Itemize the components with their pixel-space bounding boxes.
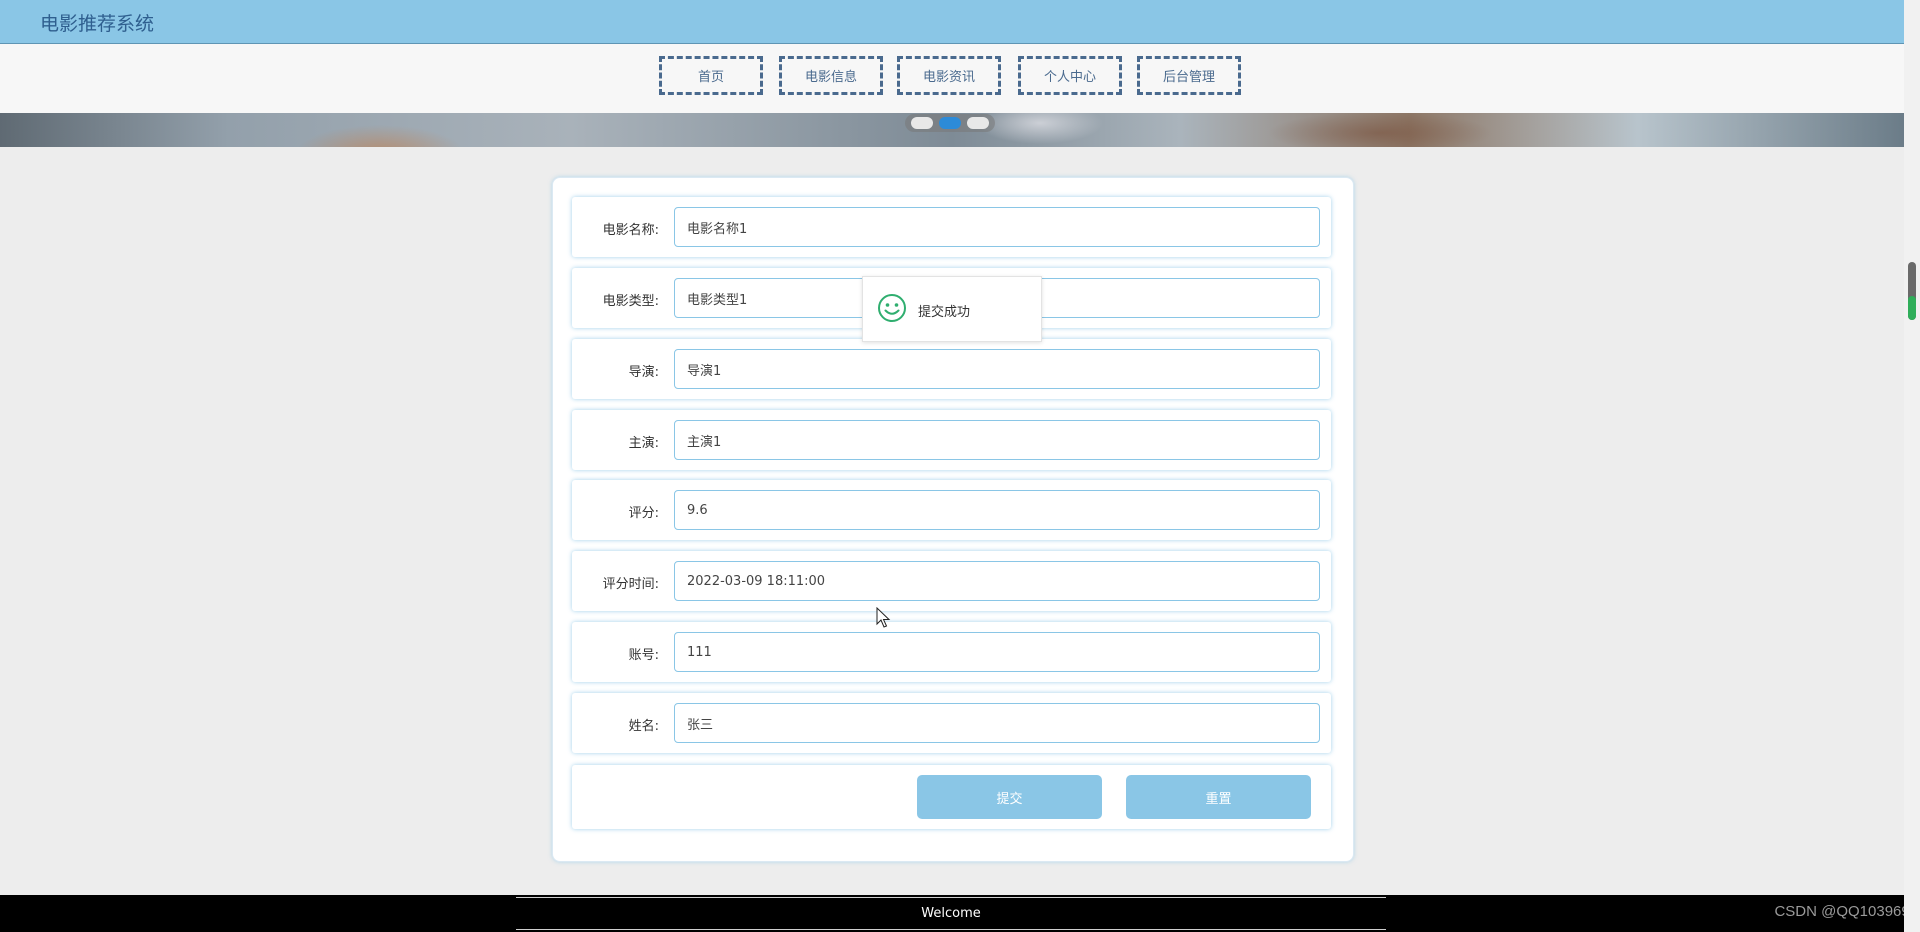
- form-row-name: 姓名:: [572, 693, 1331, 753]
- nav-item-movie-info[interactable]: 电影信息: [779, 56, 883, 95]
- form-row-actors: 主演:: [572, 410, 1331, 470]
- smile-icon: [878, 294, 906, 322]
- success-toast: 提交成功: [862, 276, 1042, 342]
- carousel-banner: [0, 113, 1904, 147]
- form-actions: 提交 重置: [572, 765, 1331, 829]
- carousel-dot-1[interactable]: [911, 117, 933, 129]
- submit-button[interactable]: 提交: [917, 775, 1102, 819]
- carousel-dot-2[interactable]: [939, 117, 961, 129]
- footer-bar: Welcome: [516, 897, 1386, 930]
- account-input[interactable]: [674, 632, 1320, 672]
- rating-input[interactable]: [674, 490, 1320, 530]
- watermark: CSDN @QQ1039692211: [1774, 903, 1920, 920]
- page-scrollbar[interactable]: [1904, 0, 1920, 932]
- footer: Welcome: [0, 895, 1904, 932]
- reset-button[interactable]: 重置: [1126, 775, 1311, 819]
- rating-label: 评分:: [628, 506, 659, 521]
- nav-item-home[interactable]: 首页: [659, 56, 763, 95]
- carousel-indicators: [905, 114, 995, 132]
- form-row-director: 导演:: [572, 339, 1331, 399]
- rating-time-input[interactable]: [674, 561, 1320, 601]
- footer-welcome: Welcome: [921, 906, 981, 921]
- nav-item-admin[interactable]: 后台管理: [1137, 56, 1241, 95]
- actors-input[interactable]: [674, 420, 1320, 460]
- nav-item-personal-center[interactable]: 个人中心: [1018, 56, 1122, 95]
- toast-message: 提交成功: [918, 305, 971, 320]
- movie-name-input[interactable]: [674, 207, 1320, 247]
- name-input[interactable]: [674, 703, 1320, 743]
- director-label: 导演:: [628, 365, 659, 380]
- movie-name-label: 电影名称:: [602, 223, 659, 238]
- account-label: 账号:: [628, 648, 659, 663]
- director-input[interactable]: [674, 349, 1320, 389]
- actors-label: 主演:: [628, 436, 659, 451]
- nav-item-movie-news[interactable]: 电影资讯: [897, 56, 1001, 95]
- form-row-movie-name: 电影名称:: [572, 197, 1331, 257]
- name-label: 姓名:: [628, 719, 659, 734]
- form-row-rating-time: 评分时间:: [572, 551, 1331, 611]
- rating-time-label: 评分时间:: [602, 577, 659, 592]
- top-header: 电影推荐系统: [0, 0, 1904, 44]
- form-row-account: 账号:: [572, 622, 1331, 682]
- form-row-rating: 评分:: [572, 480, 1331, 540]
- movie-type-label: 电影类型:: [602, 294, 659, 309]
- main-nav: 首页 电影信息 电影资讯 个人中心 后台管理: [0, 44, 1904, 113]
- mouse-cursor-icon: [876, 607, 891, 628]
- carousel-dot-3[interactable]: [967, 117, 989, 129]
- scrollbar-marker: [1908, 296, 1916, 320]
- site-title: 电影推荐系统: [40, 13, 155, 35]
